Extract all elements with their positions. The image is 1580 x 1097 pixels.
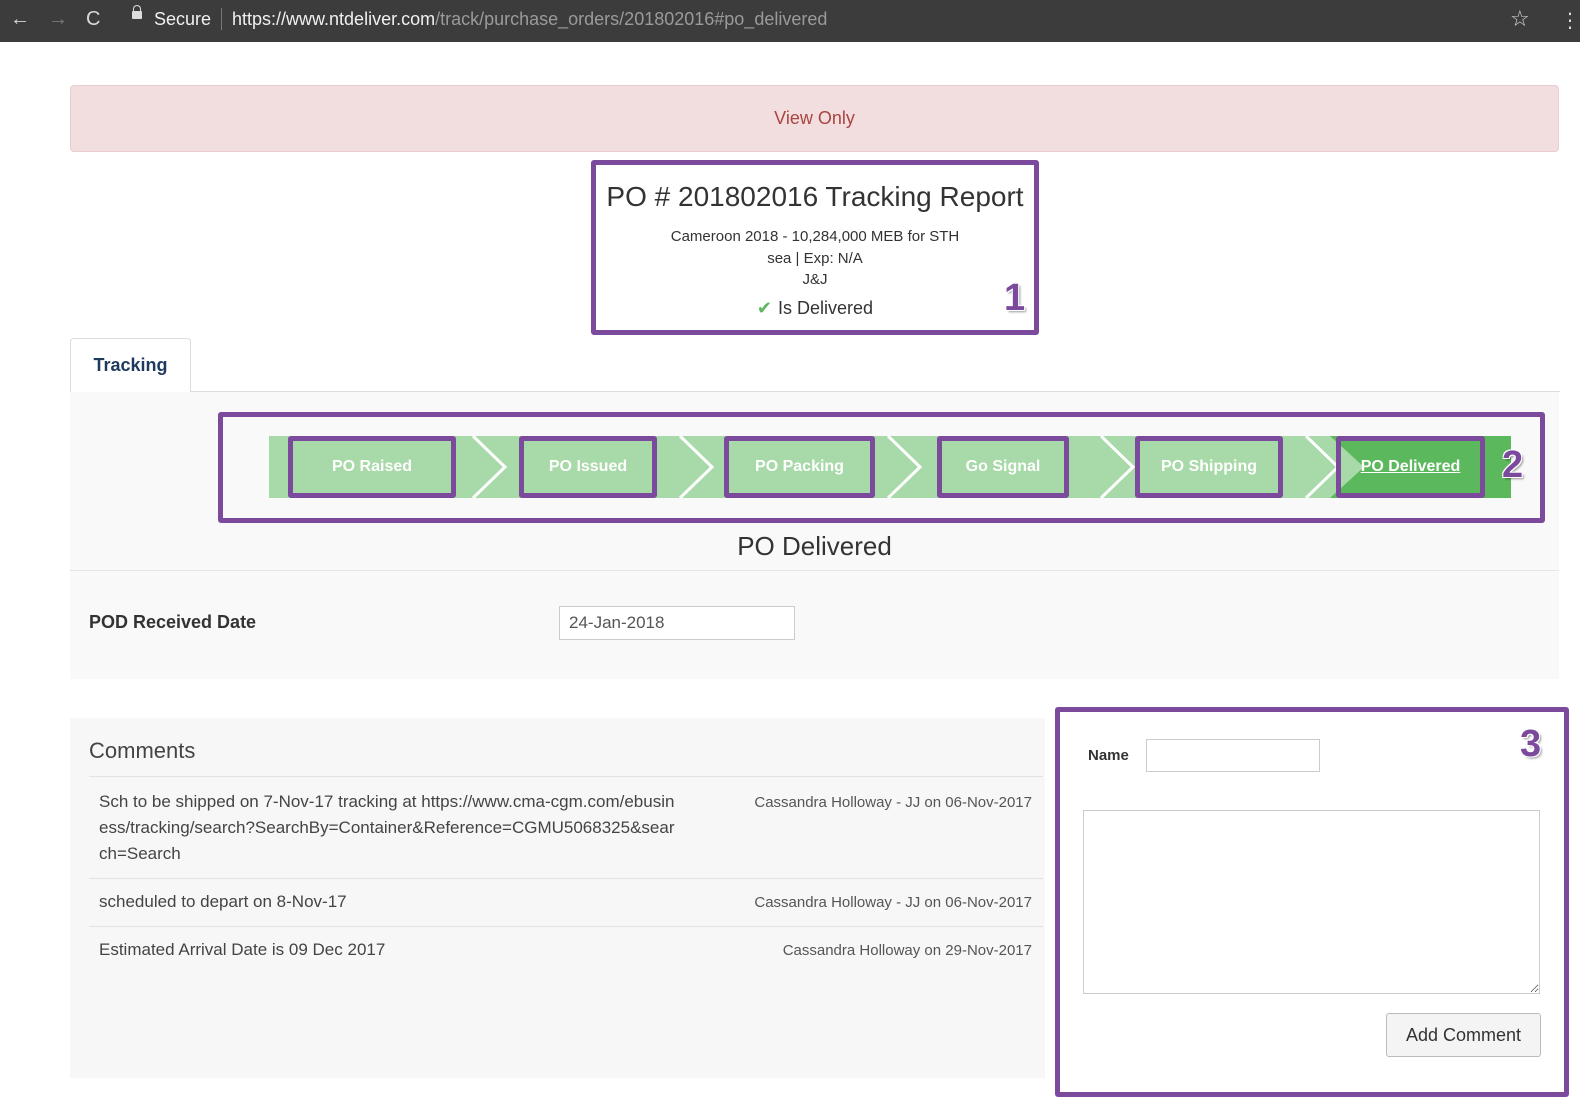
step-po-delivered-label: PO Delivered bbox=[1360, 458, 1461, 475]
name-input[interactable] bbox=[1146, 739, 1320, 772]
step-po-shipping[interactable]: PO Shipping bbox=[1135, 436, 1283, 498]
lock-icon bbox=[132, 5, 142, 19]
check-icon: ✔ bbox=[756, 298, 773, 318]
comment-divider bbox=[89, 926, 1043, 927]
view-only-banner: View Only bbox=[70, 85, 1559, 152]
delivered-status: ✔ Is Delivered bbox=[596, 298, 1034, 319]
address-separator bbox=[221, 8, 222, 30]
comment-meta: Cassandra Holloway - JJ on 06-Nov-2017 bbox=[754, 894, 1032, 911]
step-po-shipping-label: PO Shipping bbox=[1161, 458, 1257, 475]
browser-toolbar: ← → C Secure https://www.ntdeliver.com/t… bbox=[0, 0, 1580, 42]
step-po-raised[interactable]: PO Raised bbox=[288, 436, 456, 498]
back-arrow-icon[interactable]: ← bbox=[10, 8, 30, 31]
callout-number-1: 1 bbox=[1004, 277, 1026, 319]
step-po-issued[interactable]: PO Issued bbox=[519, 436, 657, 498]
step-go-signal-label: Go Signal bbox=[965, 458, 1041, 475]
report-shipping-mode: sea | Exp: N/A bbox=[767, 250, 863, 267]
comment-meta: Cassandra Holloway - JJ on 06-Nov-2017 bbox=[754, 794, 1032, 811]
view-only-text: View Only bbox=[774, 108, 855, 128]
callout-number-3: 3 bbox=[1520, 723, 1542, 765]
pod-received-date-label: POD Received Date bbox=[89, 612, 257, 632]
comment-divider bbox=[89, 878, 1043, 879]
address-bar[interactable]: https://www.ntdeliver.com/track/purchase… bbox=[232, 9, 827, 30]
comment-meta: Cassandra Holloway on 29-Nov-2017 bbox=[782, 942, 1032, 959]
report-header: PO # 201802016 Tracking Report Cameroon … bbox=[591, 160, 1039, 335]
delivered-status-text: Is Delivered bbox=[778, 298, 874, 318]
report-description: Cameroon 2018 - 10,284,000 MEB for STH bbox=[670, 228, 960, 245]
comment-textarea[interactable] bbox=[1083, 810, 1540, 994]
step-po-packing-label: PO Packing bbox=[755, 458, 844, 475]
current-stage-title: PO Delivered bbox=[737, 531, 892, 561]
reload-icon[interactable]: C bbox=[86, 8, 100, 31]
comment-text: scheduled to depart on 8-Nov-17 bbox=[99, 892, 347, 911]
add-comment-button[interactable]: Add Comment bbox=[1386, 1013, 1541, 1057]
step-go-signal[interactable]: Go Signal bbox=[937, 436, 1069, 498]
tab-tracking-label: Tracking bbox=[93, 355, 168, 375]
comment-text: Estimated Arrival Date is 09 Dec 2017 bbox=[99, 940, 386, 959]
name-label: Name bbox=[1088, 747, 1129, 764]
url-path: /track/purchase_orders/201802016#po_deli… bbox=[435, 9, 828, 29]
comment-divider bbox=[89, 776, 1043, 777]
browser-menu-icon[interactable]: ⋮ bbox=[1560, 8, 1580, 33]
step-po-raised-label: PO Raised bbox=[331, 458, 413, 475]
pod-received-date-field[interactable] bbox=[559, 606, 795, 640]
step-po-delivered[interactable]: PO Delivered bbox=[1336, 436, 1485, 498]
url-host: https://www.ntdeliver.com bbox=[232, 9, 436, 29]
step-po-issued-label: PO Issued bbox=[548, 458, 628, 475]
secure-label: Secure bbox=[154, 9, 212, 29]
section-divider bbox=[70, 570, 1559, 571]
step-po-packing[interactable]: PO Packing bbox=[724, 436, 875, 498]
forward-arrow-icon[interactable]: → bbox=[48, 8, 68, 31]
comment-text: Sch to be shipped on 7-Nov-17 tracking a… bbox=[99, 792, 675, 863]
callout-number-2: 2 bbox=[1502, 444, 1524, 486]
report-supplier: J&J bbox=[802, 271, 828, 288]
report-title: PO # 201802016 Tracking Report bbox=[606, 181, 1024, 212]
bookmark-star-icon[interactable]: ☆ bbox=[1510, 6, 1530, 32]
tab-tracking[interactable]: Tracking bbox=[70, 338, 191, 392]
comments-title: Comments bbox=[89, 738, 196, 763]
